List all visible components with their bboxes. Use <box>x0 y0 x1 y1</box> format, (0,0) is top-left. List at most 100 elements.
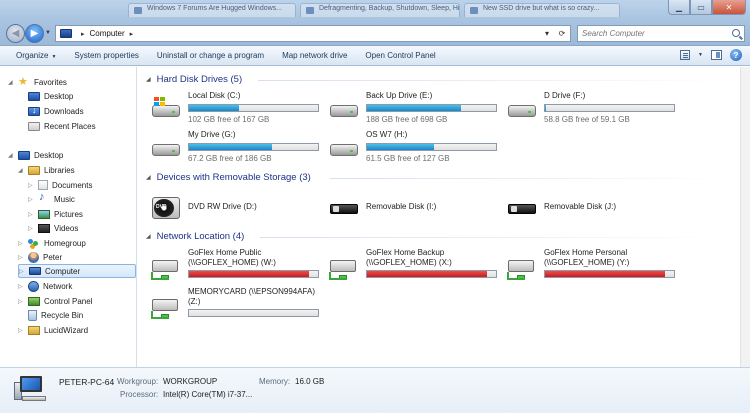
drive-free-space: 61.5 GB free of 127 GB <box>366 154 450 163</box>
group-header-removable[interactable]: ◢ Devices with Removable Storage (3) <box>146 171 311 183</box>
downloads-icon <box>28 105 40 116</box>
nav-library-pictures[interactable]: ▷ Pictures <box>28 207 83 221</box>
nav-favorites[interactable]: ◢ Favorites <box>8 75 67 89</box>
nav-network[interactable]: ▷ Network <box>18 279 72 293</box>
forward-arrow-icon: ▶ <box>30 28 39 39</box>
minimize-button[interactable]: ▁ <box>668 0 690 15</box>
drive-tile[interactable]: GoFlex Home Backup (\\GOFLEX_HOME) (X:) <box>316 248 497 284</box>
address-dropdown-icon[interactable]: ▾ <box>541 27 553 40</box>
expand-icon[interactable]: ▷ <box>28 211 36 218</box>
computer-icon <box>60 29 72 38</box>
vertical-scrollbar[interactable] <box>740 67 750 367</box>
drive-tile[interactable]: Removable Disk (I:) <box>316 189 496 225</box>
preview-pane-icon[interactable] <box>711 50 722 60</box>
expand-icon[interactable]: ◢ <box>8 152 16 159</box>
music-icon <box>38 191 50 205</box>
organize-button[interactable]: Organize ▼ <box>8 51 64 60</box>
breadcrumb-chevron-icon[interactable]: ▸ <box>81 30 85 38</box>
drive-usage-fill <box>545 271 665 277</box>
drive-tile[interactable]: Local Disk (C:) 102 GB free of 167 GB <box>138 91 319 127</box>
close-button[interactable]: ✕ <box>712 0 746 15</box>
drive-usage-fill <box>189 144 272 150</box>
nav-libraries[interactable]: ◢ Libraries <box>18 163 75 177</box>
recycle-bin-icon <box>28 309 37 321</box>
drive-tile[interactable]: My Drive (G:) 67.2 GB free of 186 GB <box>138 130 319 166</box>
removable-disk-icon <box>508 195 536 219</box>
drive-usage-bar <box>366 104 497 112</box>
drive-tile[interactable]: Back Up Drive (E:) 188 GB free of 698 GB <box>316 91 497 127</box>
recent-pages-dropdown[interactable]: ▼ <box>45 30 51 36</box>
view-dropdown-icon[interactable]: ▼ <box>698 52 703 58</box>
nav-computer[interactable]: ▷ Computer <box>18 264 136 278</box>
back-button[interactable]: ◀ <box>6 24 25 43</box>
collapse-icon[interactable]: ◢ <box>146 76 151 83</box>
pictures-icon <box>38 209 50 219</box>
nav-recycle-bin[interactable]: Recycle Bin <box>18 308 83 322</box>
nav-label: Recent Places <box>44 121 96 131</box>
expand-icon[interactable]: ▷ <box>18 240 26 247</box>
nav-favorite-desktop[interactable]: Desktop <box>18 89 73 103</box>
nav-control-panel[interactable]: ▷ Control Panel <box>18 294 92 308</box>
drive-usage-fill <box>189 105 240 111</box>
breadcrumb-computer[interactable]: Computer <box>90 29 125 38</box>
drive-tile[interactable]: GoFlex Home Personal (\\GOFLEX_HOME) (Y:) <box>494 248 675 284</box>
nav-library-music[interactable]: ▷ Music <box>28 191 75 206</box>
nav-lucidwizard[interactable]: ▷ LucidWizard <box>18 323 88 337</box>
group-title: Network Location (4) <box>156 230 245 242</box>
maximize-button[interactable]: ▭ <box>690 0 712 15</box>
nav-library-documents[interactable]: ▷ Documents <box>28 178 92 192</box>
expand-icon[interactable]: ▷ <box>18 254 26 261</box>
nav-user[interactable]: ▷ Peter <box>18 250 62 264</box>
nav-homegroup[interactable]: ▷ Homegroup <box>18 236 86 250</box>
search-input[interactable] <box>582 29 730 38</box>
open-control-panel-button[interactable]: Open Control Panel <box>357 51 443 60</box>
expand-icon[interactable]: ▷ <box>18 298 26 305</box>
hard-disk-icon <box>152 136 180 160</box>
background-tab[interactable]: New SSD drive but what is so crazy... <box>464 3 620 17</box>
expand-icon[interactable]: ▷ <box>28 196 36 203</box>
control-panel-icon <box>28 296 40 306</box>
recent-places-icon <box>28 121 40 131</box>
drive-free-space: 67.2 GB free of 186 GB <box>188 154 272 163</box>
drive-tile[interactable]: OS W7 (H:) 61.5 GB free of 127 GB <box>316 130 497 166</box>
expand-icon[interactable]: ◢ <box>8 79 16 86</box>
map-network-drive-button[interactable]: Map network drive <box>274 51 355 60</box>
collapse-icon[interactable]: ◢ <box>146 233 151 240</box>
nav-label: Homegroup <box>44 238 86 248</box>
drive-tile[interactable]: DVD DVD RW Drive (D:) <box>138 189 318 225</box>
drive-tile[interactable]: GoFlex Home Public (\\GOFLEX_HOME) (W:) <box>138 248 319 284</box>
drive-tile[interactable]: D Drive (F:) 58.8 GB free of 59.1 GB <box>494 91 675 127</box>
search-box[interactable] <box>577 25 745 42</box>
breadcrumb-chevron-icon[interactable]: ▸ <box>130 30 134 38</box>
drive-tile[interactable]: MEMORYCARD (\\EPSON994AFA) (Z:) <box>138 287 319 323</box>
group-header-network[interactable]: ◢ Network Location (4) <box>146 230 244 242</box>
expand-icon[interactable]: ◢ <box>18 167 26 174</box>
nav-library-videos[interactable]: ▷ Videos <box>28 221 78 235</box>
nav-label: Downloads <box>44 106 84 116</box>
search-icon[interactable] <box>732 29 740 37</box>
nav-label: Recycle Bin <box>41 310 84 320</box>
expand-icon[interactable]: ▷ <box>28 182 36 189</box>
desktop-icon <box>18 150 30 160</box>
nav-favorite-recent-places[interactable]: Recent Places <box>18 119 96 133</box>
group-title: Devices with Removable Storage (3) <box>156 171 311 183</box>
system-properties-button[interactable]: System properties <box>66 51 146 60</box>
nav-favorite-downloads[interactable]: Downloads <box>18 104 84 118</box>
help-icon[interactable]: ? <box>730 49 742 61</box>
expand-icon[interactable]: ▷ <box>18 327 26 334</box>
background-tab[interactable]: Defragmenting, Backup, Shutdown, Sleep, … <box>300 3 460 17</box>
collapse-icon[interactable]: ◢ <box>146 174 151 181</box>
change-view-icon[interactable] <box>680 50 691 60</box>
drive-tile[interactable]: Removable Disk (J:) <box>494 189 674 225</box>
uninstall-program-button[interactable]: Uninstall or change a program <box>149 51 272 60</box>
nav-desktop[interactable]: ◢ Desktop <box>8 148 63 162</box>
forward-button[interactable]: ▶ <box>25 24 44 43</box>
group-header-hard-disks[interactable]: ◢ Hard Disk Drives (5) <box>146 73 242 85</box>
expand-icon[interactable]: ▷ <box>19 268 27 275</box>
expand-icon[interactable]: ▷ <box>18 283 26 290</box>
nav-label: Control Panel <box>44 296 93 306</box>
refresh-icon[interactable]: ⟳ <box>556 27 568 40</box>
address-bar[interactable]: ▸ Computer ▸ ▾ ⟳ <box>55 25 571 42</box>
background-tab[interactable]: Windows 7 Forums Are Hugged Windows... <box>128 3 296 17</box>
expand-icon[interactable]: ▷ <box>28 225 36 232</box>
